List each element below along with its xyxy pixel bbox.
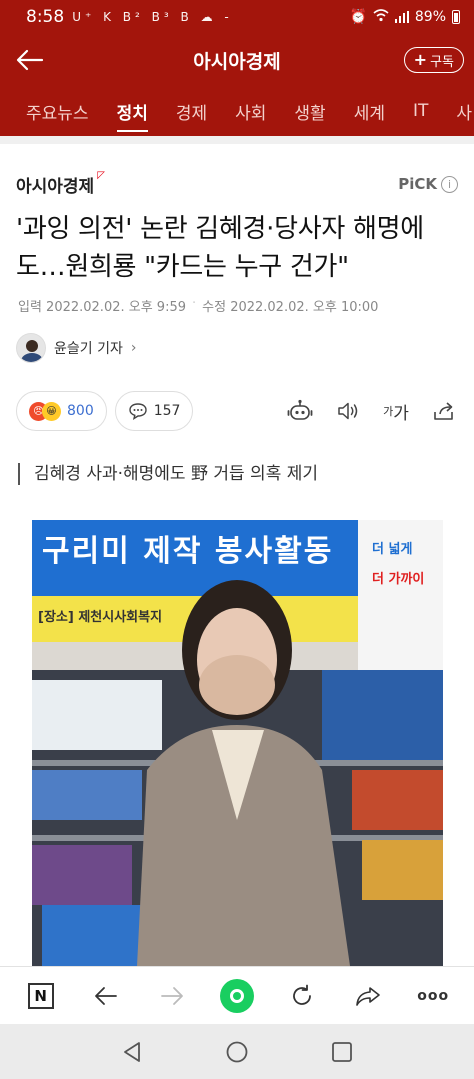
reporter-name: 윤슬기 기자 [54, 341, 123, 357]
status-time: 8:58 [26, 7, 65, 27]
signal-icon [394, 11, 409, 23]
tab-main-news[interactable]: 주요뉴스 [26, 86, 89, 136]
refresh-button[interactable] [280, 974, 324, 1018]
reaction-button[interactable]: 😠 😀 800 [16, 391, 107, 431]
article-subtitle: 김혜경 사과·해명에도 野 거듭 의혹 제기 [18, 463, 458, 485]
chevron-right-icon: › [130, 340, 137, 356]
robot-icon [287, 399, 313, 420]
read-aloud-button[interactable] [334, 397, 362, 425]
reaction-count: 800 [67, 403, 94, 419]
article-headline: '과잉 의전' 논란 김혜경·당사자 해명에도…원희룡 "카드는 누구 건가" [16, 214, 424, 282]
tab-world[interactable]: 세계 [354, 86, 385, 136]
photo-side-text-2: 더 가까이 [372, 572, 425, 587]
published-date: 입력 2022.02.02. 오후 9:59 [18, 300, 186, 315]
tab-partial[interactable]: 사 [456, 86, 472, 136]
photo-place-text: [장소] 제천시사회복지 [38, 610, 163, 625]
font-size-button[interactable]: 가가 [382, 397, 410, 425]
more-button[interactable]: ooo [411, 974, 455, 1018]
reporter-row[interactable]: 윤슬기 기자 › [0, 333, 474, 363]
modified-date: 수정 2022.02.02. 오후 10:00 [202, 300, 379, 315]
pick-badge[interactable]: PiCK i [398, 175, 458, 193]
browser-toolbar: N ooo [0, 966, 474, 1024]
avatar [16, 333, 46, 363]
app-title: 아시아경제 [193, 50, 281, 73]
article-dates: 입력 2022.02.02. 오후 9:59 · 수정 2022.02.02. … [18, 296, 379, 315]
photo-side-text-1: 더 넓게 [372, 542, 413, 557]
subscribe-label: 구독 [430, 54, 454, 70]
tab-it[interactable]: IT [413, 86, 428, 136]
tab-politics[interactable]: 정치 [116, 86, 149, 136]
article-photo[interactable]: 구리미 제작 봉사활동 [장소] 제천시사회복지 더 넓게 더 가까이 [32, 520, 443, 966]
wifi-icon [373, 8, 389, 26]
share-button[interactable] [430, 397, 458, 425]
share-icon [434, 402, 453, 420]
more-dots-icon: ooo [417, 987, 450, 1004]
refresh-icon [293, 984, 312, 1005]
arrow-left-icon [16, 49, 44, 71]
tab-economy[interactable]: 경제 [176, 86, 207, 136]
browser-share-button[interactable] [346, 974, 390, 1018]
comment-icon [129, 403, 147, 420]
nav-back-icon[interactable] [121, 1040, 143, 1064]
browser-back-button[interactable] [84, 974, 128, 1018]
press-name: 아시아경제 [16, 176, 95, 197]
status-bar: 8:58 U⁺ K B² B³ B ☁ - ⏰ 89% [0, 0, 474, 34]
font-small-label: 가 [383, 405, 394, 418]
back-button[interactable] [0, 34, 60, 86]
green-dot-button[interactable] [215, 974, 259, 1018]
press-row: 아시아경제 ◸ PiCK i [0, 164, 474, 204]
press-logo[interactable]: 아시아경제 ◸ [16, 169, 105, 197]
subscribe-button[interactable]: + 구독 [403, 47, 464, 73]
app-bar: 아시아경제 + 구독 [0, 34, 474, 86]
arrow-right-icon [160, 986, 183, 1005]
android-nav-bar [0, 1024, 474, 1079]
nav-recents-icon[interactable] [331, 1041, 353, 1063]
alarm-icon: ⏰ [349, 9, 367, 25]
browser-forward-button[interactable] [150, 974, 194, 1018]
comment-count: 157 [153, 403, 181, 419]
notification-icons: U⁺ K B² B³ B ☁ - [72, 10, 233, 24]
photo-banner-text: 구리미 제작 봉사활동 [42, 534, 334, 569]
comment-button[interactable]: 157 [114, 391, 194, 431]
arrow-left-icon [95, 986, 118, 1005]
category-tabs: 주요뉴스 정치 경제 사회 생활 세계 IT 사 [0, 86, 474, 136]
tab-society[interactable]: 사회 [235, 86, 266, 136]
summary-bot-button[interactable] [286, 397, 314, 425]
pick-label: PiCK [398, 175, 437, 193]
green-dot-icon [219, 978, 254, 1013]
press-mark-icon: ◸ [97, 169, 105, 181]
info-icon: i [441, 175, 458, 193]
divider [0, 136, 474, 144]
share-arrow-icon [356, 986, 380, 1006]
nav-home-icon[interactable] [225, 1040, 249, 1064]
speaker-icon [338, 402, 358, 420]
font-big-label: 가 [393, 403, 409, 424]
naver-home-button[interactable]: N [19, 974, 63, 1018]
reaction-emoji-icon: 😠 😀 [29, 401, 61, 421]
naver-n-icon: N [27, 982, 54, 1009]
tab-life[interactable]: 생활 [294, 86, 325, 136]
action-row: 😠 😀 800 157 가가 [0, 389, 474, 433]
battery-icon [452, 10, 460, 24]
battery-percent: 89% [414, 9, 446, 25]
plus-icon: + [413, 50, 428, 69]
